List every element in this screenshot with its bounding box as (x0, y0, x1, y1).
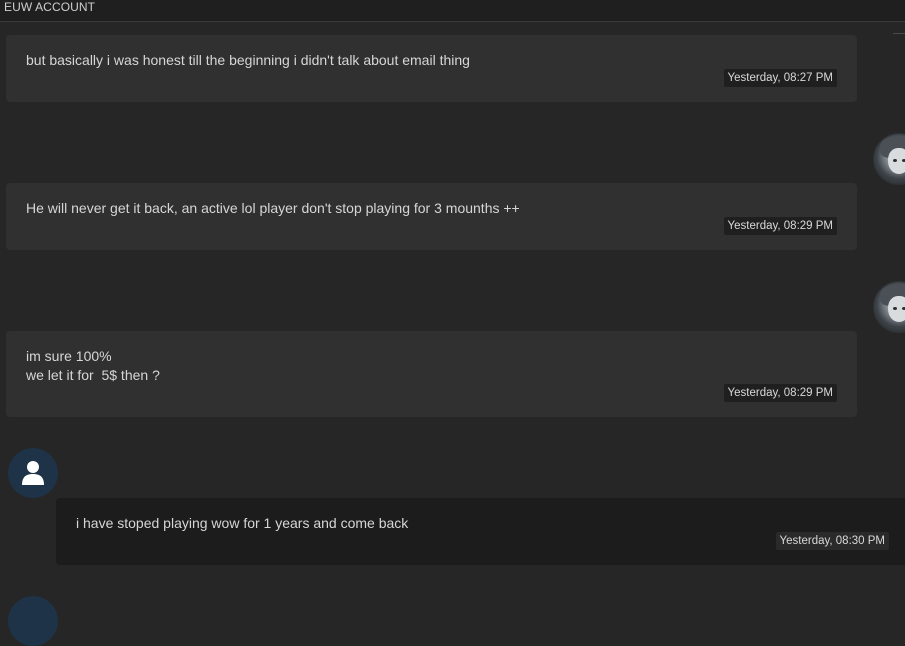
message-bubble: He will never get it back, an active lol… (6, 183, 857, 250)
message-bubble: but basically i was honest till the begi… (6, 35, 857, 102)
message-timestamp: Yesterday, 08:29 PM (723, 384, 837, 402)
divider (893, 33, 905, 34)
message-text: but basically i was honest till the begi… (26, 52, 470, 68)
message-timestamp: Yesterday, 08:30 PM (775, 532, 889, 550)
message-timestamp: Yesterday, 08:27 PM (723, 69, 837, 87)
anime-avatar-icon[interactable] (873, 133, 905, 185)
message-timestamp: Yesterday, 08:29 PM (723, 217, 837, 235)
anime-avatar-icon[interactable] (873, 281, 905, 333)
message-bubble-mine: i have stoped playing wow for 1 years an… (56, 498, 905, 565)
user-avatar-icon[interactable] (8, 596, 58, 646)
user-avatar-icon[interactable] (8, 448, 58, 498)
user-silhouette-icon (22, 461, 44, 485)
chat-header: EUW ACCOUNT (0, 0, 905, 22)
message-text: im sure 100% we let it for 5$ then ? (26, 348, 160, 383)
message-text: i have stoped playing wow for 1 years an… (76, 515, 409, 531)
chat-title: EUW ACCOUNT (4, 0, 96, 14)
message-bubble: im sure 100% we let it for 5$ then ? Yes… (6, 331, 857, 417)
message-text: He will never get it back, an active lol… (26, 200, 520, 216)
